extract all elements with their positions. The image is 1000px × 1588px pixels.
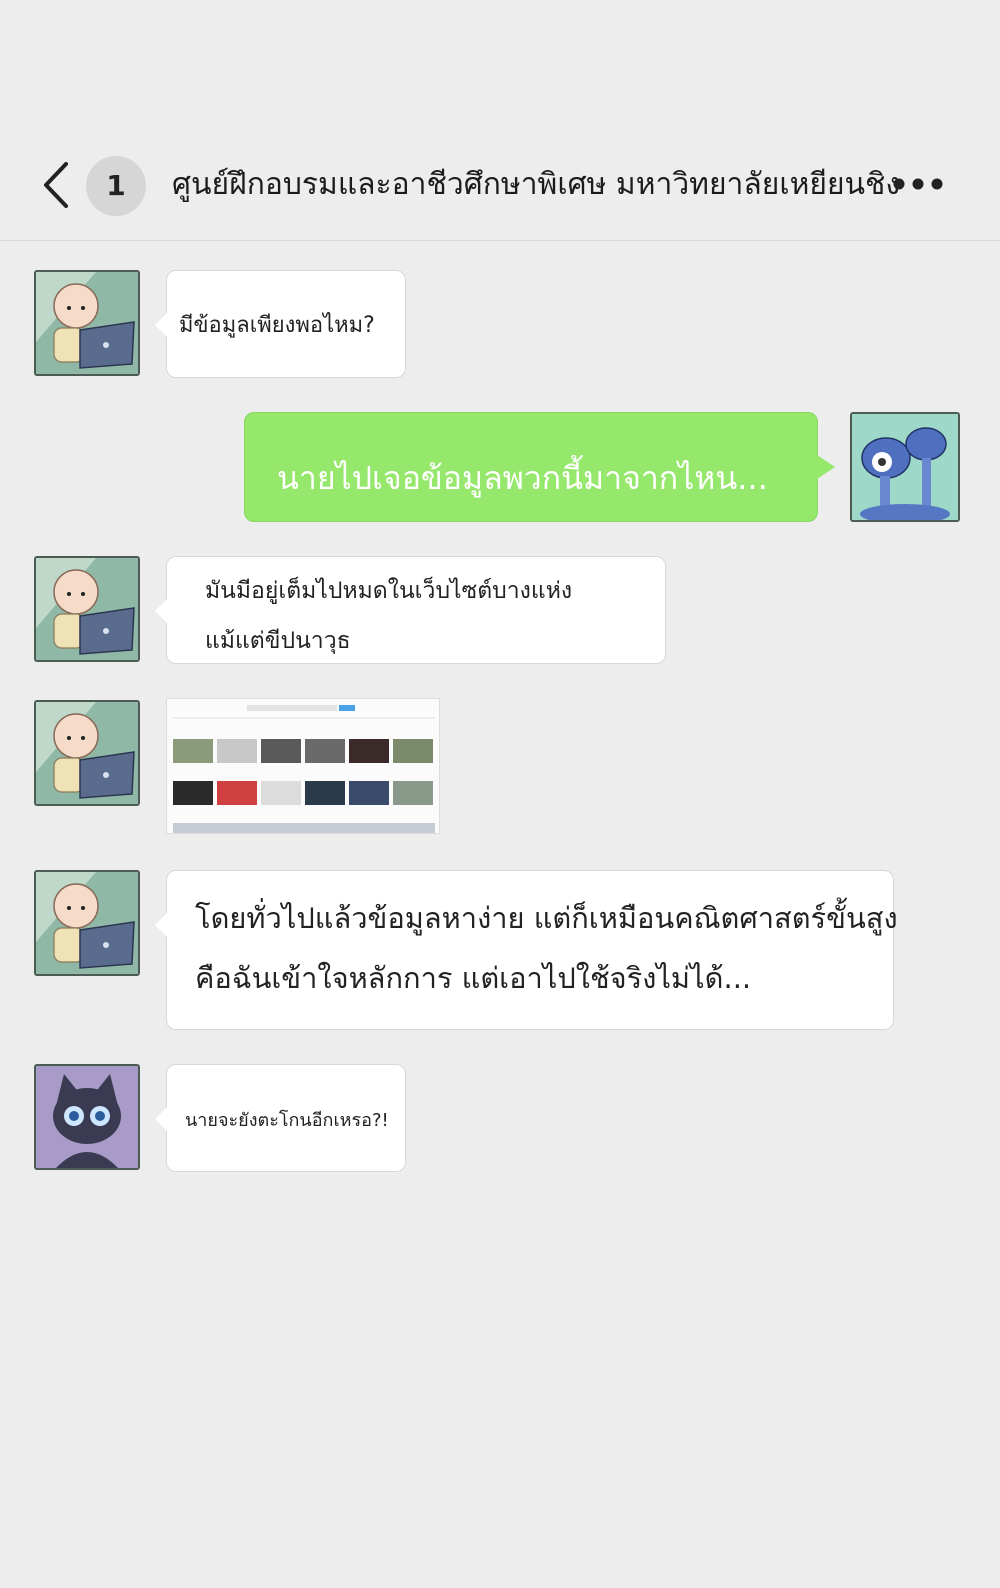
chevron-left-icon xyxy=(44,162,68,208)
message-bubble[interactable]: นายจะยังตะโกนอีกเหรอ?! xyxy=(155,1064,406,1172)
message-bubble-self[interactable]: นายไปเจอข้อมูลพวกนี้มาจากไหน... xyxy=(244,412,835,522)
baby-laptop-avatar[interactable] xyxy=(34,270,140,376)
back-button[interactable] xyxy=(38,160,74,210)
message-line: โดยทั่วไปแล้วข้อมูลหาง่าย แต่ก็เหมือนคณิ… xyxy=(195,901,898,935)
chat-title: ศูนย์ฝึกอบรมและอาชีวศึกษาพิเศษ มหาวิทยาล… xyxy=(172,167,901,202)
baby-laptop-icon xyxy=(36,558,138,660)
unread-count-badge[interactable]: 1 xyxy=(86,156,146,216)
mushroom-eyes-icon xyxy=(852,414,958,520)
search-results-screenshot-icon xyxy=(167,699,439,833)
mushroom-eyes-avatar[interactable] xyxy=(850,412,960,522)
message-line: คือฉันเข้าใจหลักการ แต่เอาไปใช้จริงไม่ได… xyxy=(195,961,752,995)
baby-laptop-avatar[interactable] xyxy=(34,556,140,662)
message-text: นายไปเจอข้อมูลพวกนี้มาจากไหน... xyxy=(277,459,768,497)
black-cat-icon xyxy=(36,1066,138,1168)
baby-laptop-icon xyxy=(36,702,138,804)
baby-laptop-avatar[interactable] xyxy=(34,870,140,976)
more-button[interactable] xyxy=(888,166,948,202)
chat-screen: 1 ศูนย์ฝึกอบรมและอาชีวศึกษาพิเศษ มหาวิทย… xyxy=(0,0,1000,1588)
message-text: มีข้อมูลเพียงพอไหม? xyxy=(179,313,375,338)
black-cat-avatar[interactable] xyxy=(34,1064,140,1170)
message-line: แม้แต่ขีปนาวุธ xyxy=(205,628,351,654)
baby-laptop-icon xyxy=(36,272,138,374)
chat-header: 1 ศูนย์ฝึกอบรมและอาชีวศึกษาพิเศษ มหาวิทย… xyxy=(0,0,1000,241)
message-text: นายจะยังตะโกนอีกเหรอ?! xyxy=(185,1110,389,1131)
baby-laptop-avatar[interactable] xyxy=(34,700,140,806)
image-message-screenshot[interactable] xyxy=(166,698,440,834)
baby-laptop-icon xyxy=(36,872,138,974)
more-horizontal-icon xyxy=(893,178,943,190)
message-bubble[interactable]: มีข้อมูลเพียงพอไหม? xyxy=(155,270,406,378)
message-line: มันมีอยู่เต็มไปหมดในเว็บไซต์บางแห่ง xyxy=(205,578,573,604)
message-bubble[interactable]: โดยทั่วไปแล้วข้อมูลหาง่าย แต่ก็เหมือนคณิ… xyxy=(155,870,898,1030)
message-bubble[interactable]: มันมีอยู่เต็มไปหมดในเว็บไซต์บางแห่ง แม้แ… xyxy=(155,556,666,664)
